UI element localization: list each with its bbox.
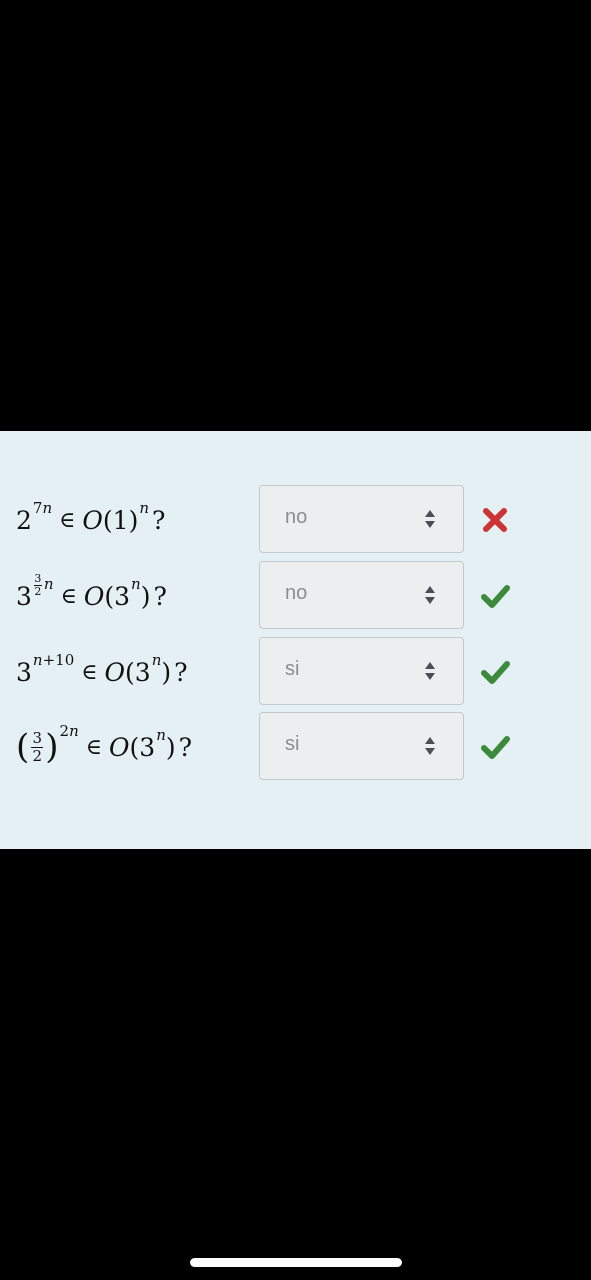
home-indicator[interactable] <box>190 1258 402 1267</box>
check-icon <box>481 736 510 759</box>
up-down-arrows-icon <box>425 737 435 755</box>
check-icon <box>481 661 510 684</box>
question-row-3: 3 n+10 ∈ O (3 n)? si <box>0 637 591 707</box>
quiz-panel: 2 7n ∈ O (1) n? no 3 32n ∈ O (3 n)? no 3… <box>0 431 591 849</box>
cross-icon <box>483 508 507 532</box>
question-row-1: 2 7n ∈ O (1) n? no <box>0 485 591 555</box>
question-expression-2: 3 32n ∈ O (3 n)? <box>16 571 167 611</box>
answer-select-value: si <box>285 733 300 755</box>
question-expression-3: 3 n+10 ∈ O (3 n)? <box>16 651 188 687</box>
check-icon <box>481 585 510 608</box>
answer-select-value: no <box>285 582 308 604</box>
answer-select-4[interactable]: si <box>259 712 464 780</box>
answer-select-2[interactable]: no <box>259 561 464 629</box>
question-row-2: 3 32n ∈ O (3 n)? no <box>0 561 591 631</box>
answer-select-value: si <box>285 658 300 680</box>
up-down-arrows-icon <box>425 586 435 604</box>
question-expression-4: ( 32 ) 2n ∈ O (3 n)? <box>16 722 193 767</box>
question-row-4: ( 32 ) 2n ∈ O (3 n)? si <box>0 712 591 782</box>
up-down-arrows-icon <box>425 510 435 528</box>
question-expression-1: 2 7n ∈ O (1) n? <box>16 499 166 535</box>
up-down-arrows-icon <box>425 662 435 680</box>
answer-select-1[interactable]: no <box>259 485 464 553</box>
answer-select-3[interactable]: si <box>259 637 464 705</box>
answer-select-value: no <box>285 506 308 528</box>
